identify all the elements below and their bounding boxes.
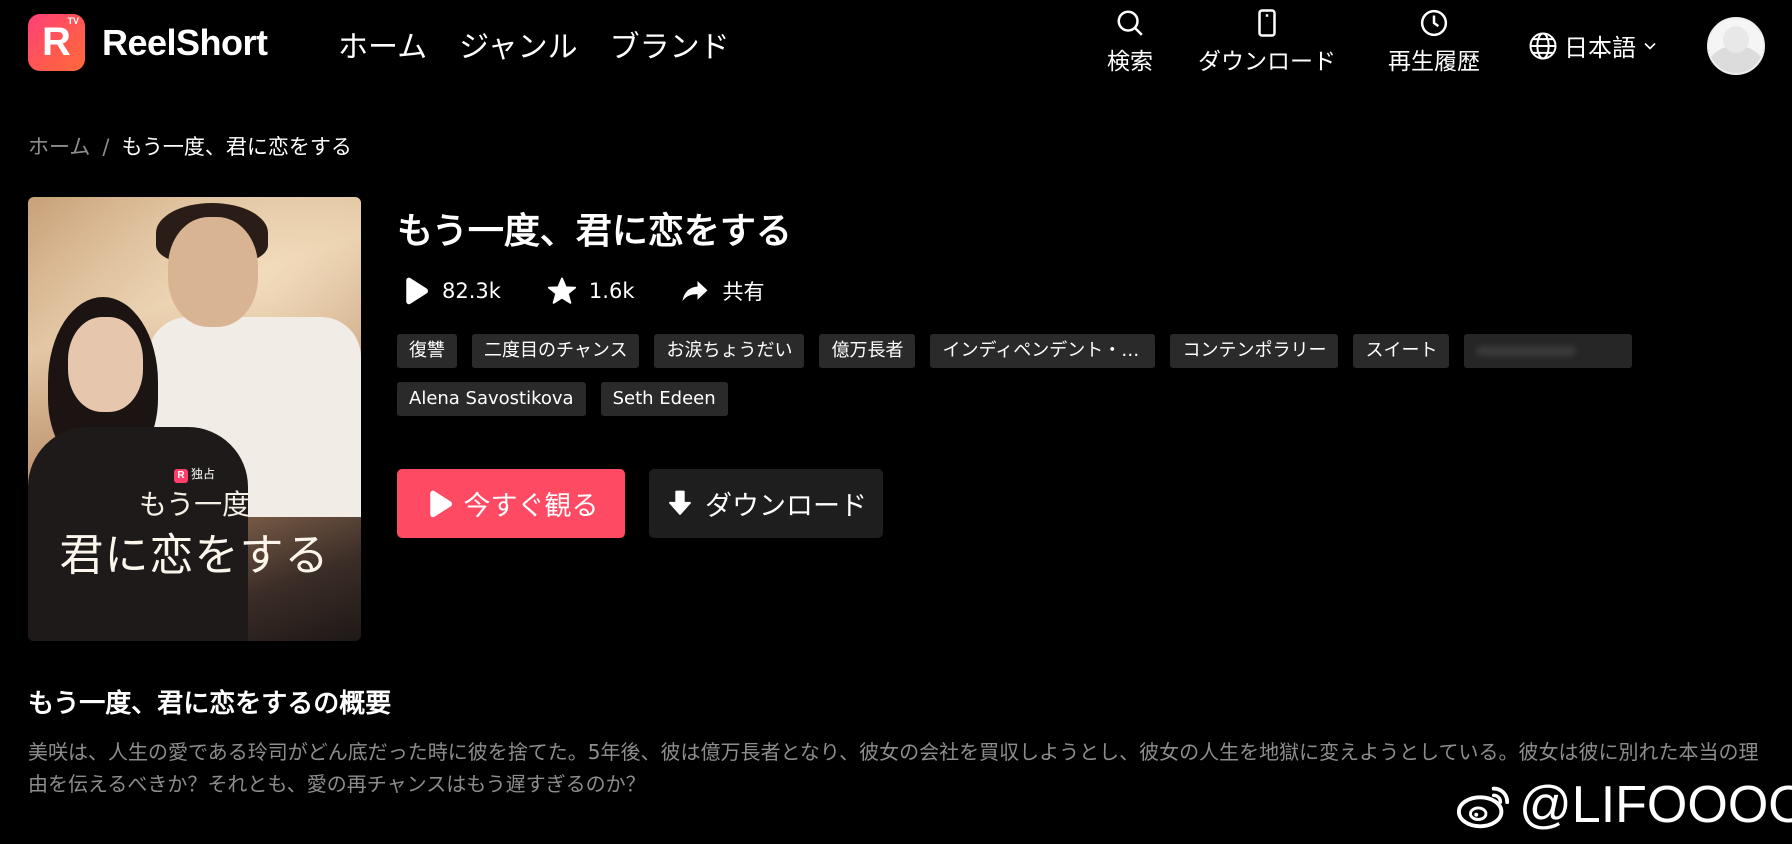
share-label: 共有 [722, 280, 765, 304]
watch-now-button[interactable]: 今すぐ観る [397, 469, 625, 538]
watermark: @LIFOOOO [1455, 775, 1792, 835]
download-app-label: ダウンロード [1198, 49, 1336, 75]
favorite-count[interactable]: 1.6k [547, 276, 635, 306]
language-label: 日本語 [1564, 34, 1636, 62]
nav-item-home[interactable]: ホーム [338, 22, 427, 66]
user-avatar[interactable] [1707, 17, 1765, 75]
synopsis-title: もう一度、君に恋をするの概要 [28, 689, 392, 719]
play-count-value: 82.3k [442, 279, 501, 303]
tag-item-blurred[interactable] [1464, 334, 1633, 368]
drama-title: もう一度、君に恋をする [397, 211, 792, 252]
tag-item[interactable]: インディペンデント・ウーマン [930, 334, 1156, 368]
breadcrumb-separator: / [102, 135, 110, 159]
star-icon [547, 277, 576, 304]
clock-icon [1420, 9, 1448, 37]
tag-item[interactable]: 二度目のチャンス [472, 334, 640, 368]
tag-item[interactable]: お涙ちょうだい [654, 334, 805, 368]
chevron-down-icon [1644, 42, 1656, 50]
tag-item[interactable]: 億万長者 [819, 334, 916, 368]
reelshort-mini-icon: R [173, 469, 188, 483]
download-app-button[interactable]: ダウンロード [1198, 8, 1336, 76]
language-selector[interactable]: 日本語 [1528, 28, 1660, 63]
breadcrumb-current: もう一度、君に恋をする [121, 135, 352, 159]
download-label: ダウンロード [705, 491, 867, 522]
tag-item[interactable]: コンテンポラリー [1170, 334, 1339, 368]
poster-title-line1: もう一度 [138, 488, 251, 521]
nav-item-genre[interactable]: ジャンル [459, 22, 578, 66]
download-arrow-icon [669, 490, 691, 515]
breadcrumb-home[interactable]: ホーム [28, 135, 90, 159]
top-header: R TV ReelShort ホーム ジャンル ブランド 検索 ダウンロード 再… [0, 0, 1792, 90]
logo-badge-icon: R TV [28, 14, 85, 71]
globe-icon [1529, 32, 1557, 59]
blurred-tag-placeholder [1476, 346, 1577, 356]
share-button[interactable]: 共有 [680, 276, 764, 306]
breadcrumb: ホーム / もう一度、君に恋をする [28, 131, 352, 161]
main-nav: ホーム ジャンル ブランド [338, 22, 730, 66]
phone-icon [1258, 9, 1276, 37]
history-button[interactable]: 再生履歴 [1388, 8, 1480, 76]
search-label: 検索 [1107, 49, 1153, 75]
watch-now-label: 今すぐ観る [463, 491, 599, 522]
favorite-count-value: 1.6k [588, 279, 635, 303]
drama-poster[interactable]: R 独占 もう一度 君に恋をする [28, 197, 361, 641]
poster-figure-woman-head [68, 317, 143, 412]
history-label: 再生履歴 [1388, 49, 1480, 75]
play-icon [406, 277, 428, 305]
actor-tag[interactable]: Alena Savostikova [397, 382, 586, 416]
weibo-icon [1456, 786, 1510, 829]
poster-title-line2: 君に恋をする [59, 530, 330, 581]
tag-list: 復讐 二度目のチャンス お涙ちょうだい 億万長者 インディペンデント・ウーマン … [397, 334, 1657, 416]
play-icon [429, 490, 452, 517]
reelshort-logo[interactable]: R TV ReelShort [28, 14, 268, 71]
nav-item-brand[interactable]: ブランド [610, 22, 730, 66]
tag-item[interactable]: スイート [1353, 334, 1450, 368]
download-button[interactable]: ダウンロード [649, 469, 883, 538]
search-button[interactable]: 検索 [1107, 8, 1153, 76]
logo-text: ReelShort [102, 21, 268, 63]
poster-exclusive-badge: R 独占 [28, 465, 361, 483]
play-count: 82.3k [400, 276, 501, 306]
tag-item[interactable]: 復讐 [397, 334, 457, 368]
watermark-text: @LIFOOOO [1519, 776, 1792, 834]
actor-tag[interactable]: Seth Edeen [600, 382, 728, 416]
share-icon [682, 281, 708, 301]
poster-figure-man-head [168, 217, 258, 327]
drama-stats: 82.3k 1.6k 共有 [400, 276, 810, 306]
search-icon [1117, 10, 1143, 36]
